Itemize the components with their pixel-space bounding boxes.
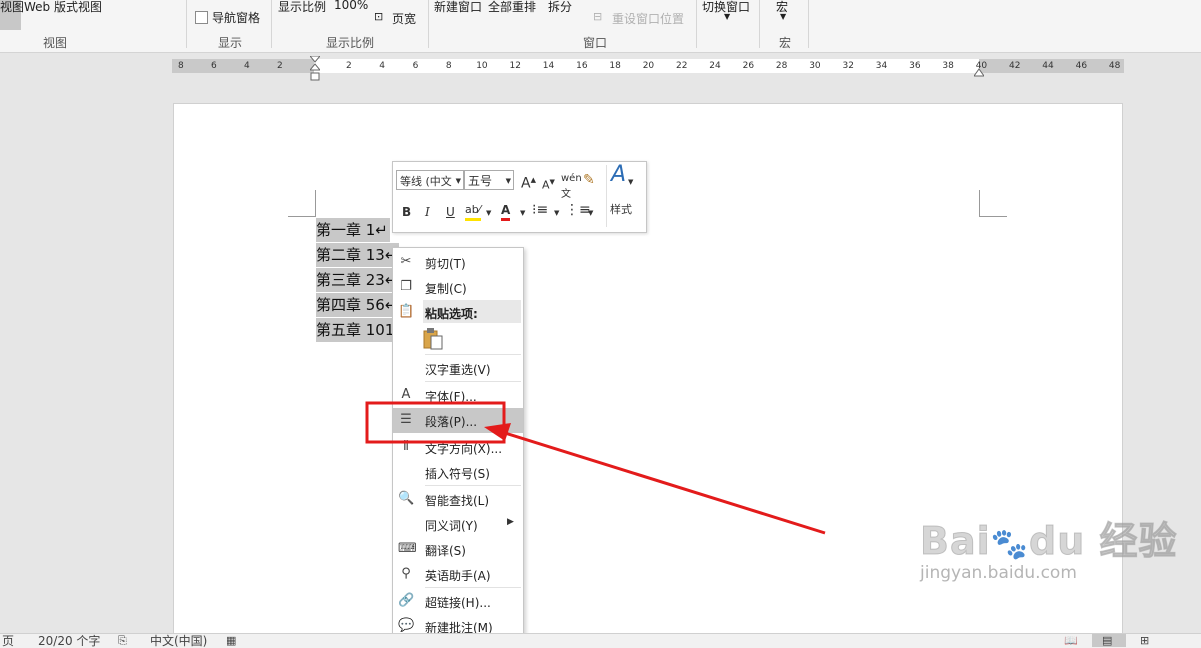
highlight-box — [365, 401, 506, 444]
watermark: Bai🐾du 经验 jingyan.baidu.com — [919, 510, 1178, 584]
page-indicator[interactable]: 页 — [2, 634, 14, 648]
read-mode-icon[interactable]: 📖 — [1064, 634, 1078, 648]
watermark-logo: Bai🐾du 经验 — [919, 519, 1178, 564]
macro-record-icon[interactable]: ▦ — [226, 634, 236, 648]
pointer-arrow-line — [504, 431, 826, 535]
print-layout-icon: ▤ — [1102, 634, 1113, 647]
watermark-url: jingyan.baidu.com — [920, 563, 1077, 583]
language-indicator[interactable]: 中文(中国) — [150, 634, 207, 648]
proofing-icon[interactable]: ⎘ — [118, 634, 127, 648]
word-count[interactable]: 20/20 个字 — [38, 634, 100, 648]
pointer-arrow-head — [484, 423, 511, 441]
web-layout-icon[interactable]: ⊞ — [1140, 634, 1149, 648]
